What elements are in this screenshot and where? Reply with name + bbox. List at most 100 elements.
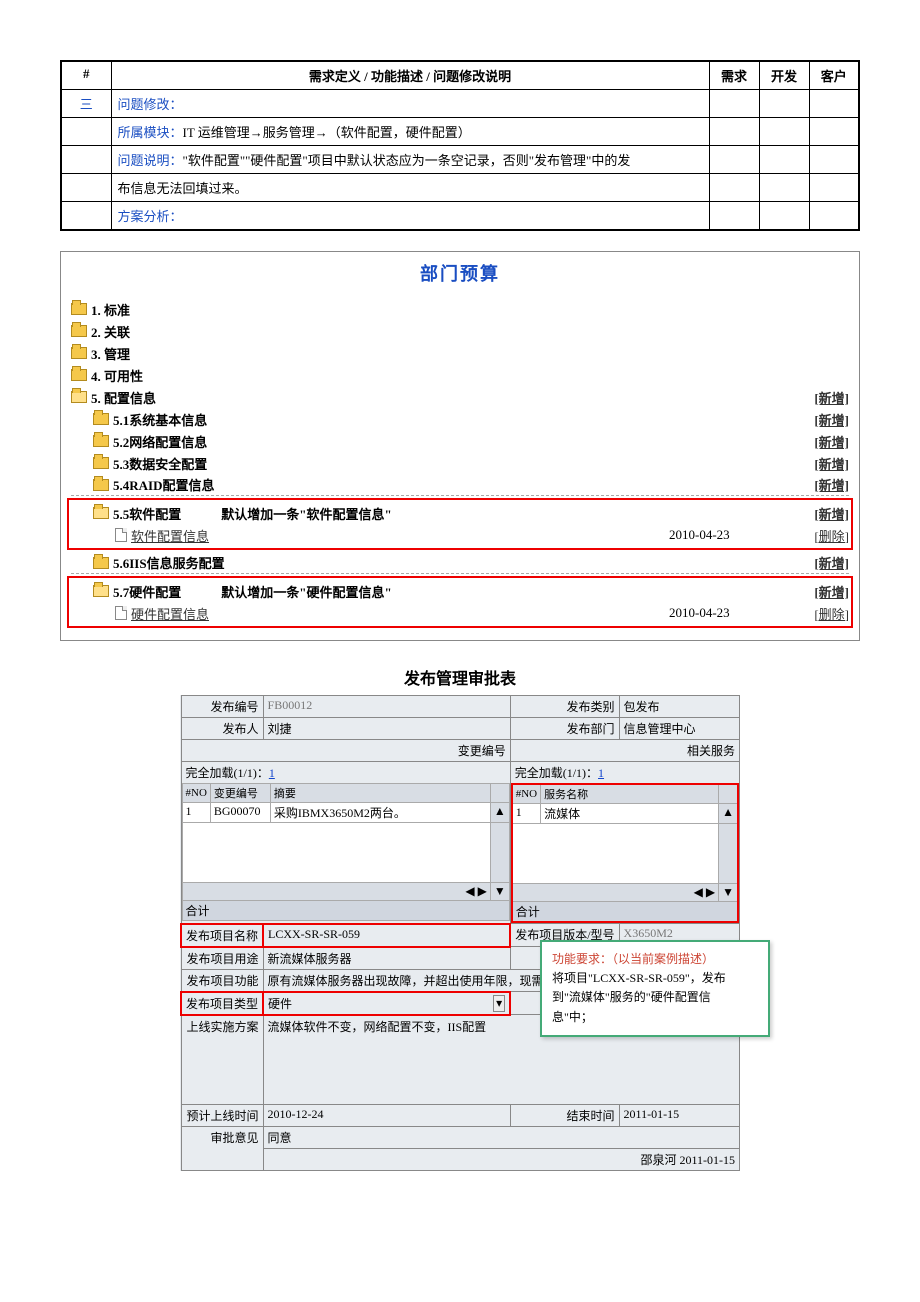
- folder-icon: [93, 479, 109, 491]
- feature-callout: 功能要求：（以当前案例描述） 将项目"LCXX-SR-SR-059"，发布 到"…: [540, 940, 770, 1037]
- h-service: 服务名称: [541, 784, 719, 804]
- scroll-up-icon[interactable]: ▲: [719, 804, 738, 824]
- file-icon: [115, 606, 127, 620]
- load-left: 完全加载(1/1)：1: [182, 762, 510, 783]
- node-standard[interactable]: 1. 标准: [71, 298, 849, 320]
- grid-row[interactable]: 1 BG00070 采购IBMX3650M2两台。 ▲: [182, 803, 509, 823]
- issue-label: 问题说明：: [118, 153, 183, 168]
- col-req-header: 需求: [709, 61, 759, 90]
- scroll-down-icon[interactable]: ▼: [490, 883, 509, 901]
- requirement-table: # 需求定义 / 功能描述 / 问题修改说明 需求 开发 客户 三 问题修改： …: [60, 60, 860, 231]
- node-label: 5.1系统基本信息: [113, 410, 789, 429]
- node-relation[interactable]: 2. 关联: [71, 320, 849, 342]
- load-left-link[interactable]: 1: [269, 766, 275, 780]
- tree-body: 1. 标准 2. 关联 3. 管理 4. 可用性 5. 配置信息 [新增] 5.1…: [61, 294, 859, 640]
- add-link[interactable]: [新增]: [814, 556, 849, 571]
- folder-open-icon: [93, 585, 109, 597]
- cell-no: 1: [182, 803, 210, 823]
- right-grid-cell: 完全加载(1/1)：1 #NO 服务名称 1 流媒体 ▲ ◀ ▶▼: [510, 762, 739, 924]
- add-link[interactable]: [新增]: [814, 478, 849, 493]
- node-iis[interactable]: 5.6IIS信息服务配置[新增]: [71, 552, 849, 574]
- file-hardware-config[interactable]: 硬件配置信息 2010-04-23 [删除]: [71, 602, 849, 624]
- add-link[interactable]: [新增]: [814, 585, 849, 600]
- val-pub-type: 包发布: [619, 696, 739, 718]
- callout-line3: 息"中；: [552, 1008, 758, 1027]
- node-label: 5.7硬件配置: [113, 582, 181, 601]
- val-item-name: LCXX-SR-SR-059: [263, 924, 510, 947]
- lbl-plan-time: 预计上线时间: [181, 1105, 263, 1127]
- file-link[interactable]: 软件配置信息: [131, 529, 209, 544]
- issue-cont: 布信息无法回填过来。: [111, 174, 709, 202]
- row-4: 布信息无法回填过来。: [61, 174, 859, 202]
- file-date: 2010-04-23: [669, 605, 789, 621]
- issue-fix-label: 问题修改：: [111, 90, 709, 118]
- node-label: 1. 标准: [91, 300, 849, 319]
- node-hardware[interactable]: 5.7硬件配置 默认增加一条"硬件配置信息" [新增]: [71, 580, 849, 602]
- row-3: 问题说明："软件配置""硬件配置"项目中默认状态应为一条空记录，否则"发布管理"…: [61, 146, 859, 174]
- val-pub-no: FB00012: [263, 696, 510, 718]
- val-item-use: 新流媒体服务器: [263, 947, 510, 970]
- node-label: 5.5软件配置: [113, 504, 181, 523]
- node-manage[interactable]: 3. 管理: [71, 342, 849, 364]
- analysis-label: 方案分析：: [111, 202, 709, 231]
- total-right: 合计: [512, 902, 738, 923]
- callout-line1: 将项目"LCXX-SR-SR-059"，发布: [552, 969, 758, 988]
- scroll-col: [490, 784, 509, 803]
- col-dev-header: 开发: [759, 61, 809, 90]
- node-software[interactable]: 5.5软件配置 默认增加一条"软件配置信息" [新增]: [71, 502, 849, 524]
- file-link[interactable]: 硬件配置信息: [131, 607, 209, 622]
- module-text: IT 运维管理→服务管理→（软件配置，硬件配置）: [183, 125, 471, 140]
- delete-link[interactable]: [删除]: [814, 607, 849, 622]
- load-right: 完全加载(1/1)：1: [511, 762, 739, 783]
- lbl-item-use: 发布项目用途: [181, 947, 263, 970]
- folder-icon: [71, 369, 87, 381]
- scroll-down-icon[interactable]: ▼: [719, 884, 738, 902]
- cell-service: 流媒体: [541, 804, 719, 824]
- dropdown-icon[interactable]: ▾: [493, 995, 505, 1012]
- val-pub-dept: 信息管理中心: [619, 718, 739, 740]
- folder-icon: [93, 457, 109, 469]
- lbl-change-no: 变更编号: [181, 740, 510, 762]
- form-table: 发布编号 FB00012 发布类别 包发布 发布人 刘捷 发布部门 信息管理中心…: [180, 695, 740, 1171]
- lbl-publisher: 发布人: [181, 718, 263, 740]
- grid-row[interactable]: 1 流媒体 ▲: [512, 804, 738, 824]
- node-label: 5.2网络配置信息: [113, 432, 789, 451]
- node-sysinfo[interactable]: 5.1系统基本信息 [新增]: [71, 408, 849, 430]
- file-date: 2010-04-23: [669, 527, 789, 543]
- header-row: # 需求定义 / 功能描述 / 问题修改说明 需求 开发 客户: [61, 61, 859, 90]
- approval-form: 发布管理审批表 发布编号 FB00012 发布类别 包发布 发布人 刘捷 发布部…: [180, 665, 740, 1171]
- val-approval: 同意: [263, 1127, 739, 1149]
- node-network[interactable]: 5.2网络配置信息 [新增]: [71, 430, 849, 452]
- node-datasec[interactable]: 5.3数据安全配置 [新增]: [71, 452, 849, 474]
- folder-icon: [71, 347, 87, 359]
- node-label: 4. 可用性: [91, 366, 849, 385]
- delete-link[interactable]: [删除]: [814, 529, 849, 544]
- lbl-pub-dept: 发布部门: [510, 718, 619, 740]
- left-grid-cell: 完全加载(1/1)：1 #NO 变更编号 摘要 1 BG00070 采购IBMX…: [181, 762, 510, 924]
- val-item-type[interactable]: 硬件 ▾: [263, 992, 510, 1015]
- node-raid[interactable]: 5.4RAID配置信息[新增]: [71, 474, 849, 496]
- budget-tree-panel: 部门预算 1. 标准 2. 关联 3. 管理 4. 可用性 5. 配置信息[新增…: [60, 251, 860, 641]
- lbl-end-time: 结束时间: [510, 1105, 619, 1127]
- row-num: 三: [61, 90, 111, 118]
- file-software-config[interactable]: 软件配置信息 2010-04-23 [删除]: [71, 524, 849, 546]
- load-right-link[interactable]: 1: [598, 766, 604, 780]
- add-link[interactable]: [新增]: [814, 413, 849, 428]
- add-link[interactable]: [新增]: [814, 391, 849, 406]
- node-usability[interactable]: 4. 可用性: [71, 364, 849, 386]
- scroll-up-icon[interactable]: ▲: [490, 803, 509, 823]
- row-5: 方案分析：: [61, 202, 859, 231]
- callout-line2: 到"流媒体"服务的"硬件配置信: [552, 988, 758, 1007]
- val-end-time: 2011-01-15: [619, 1105, 739, 1127]
- service-grid: #NO 服务名称 1 流媒体 ▲ ◀ ▶▼ 合计: [511, 783, 739, 923]
- node-label: 5.3数据安全配置: [113, 454, 789, 473]
- col-cust-header: 客户: [809, 61, 859, 90]
- total-left: 合计: [182, 901, 509, 921]
- node-config[interactable]: 5. 配置信息 [新增]: [71, 386, 849, 408]
- col-num-header: #: [61, 61, 111, 90]
- add-link[interactable]: [新增]: [814, 507, 849, 522]
- h-code: 变更编号: [210, 784, 270, 803]
- node-label: 5. 配置信息: [91, 388, 789, 407]
- add-link[interactable]: [新增]: [814, 435, 849, 450]
- add-link[interactable]: [新增]: [814, 457, 849, 472]
